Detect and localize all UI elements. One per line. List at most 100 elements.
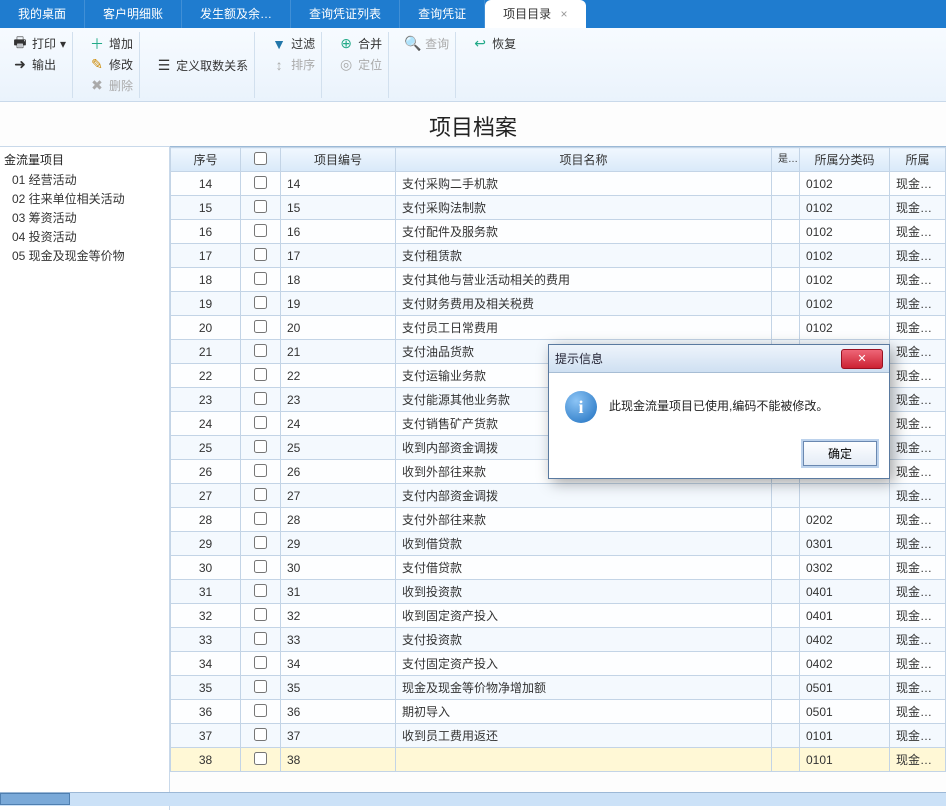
row-checkbox[interactable] [254,536,267,549]
tab-project-dir[interactable]: 项目目录 × [485,0,586,28]
tree-item[interactable]: 05 现金及现金等价物 [4,246,165,265]
cell-check[interactable] [241,532,281,556]
cell-check[interactable] [241,604,281,628]
col-class[interactable]: 所属分类码 [800,148,890,172]
scrollbar-thumb[interactable] [0,793,70,805]
edit-button[interactable]: ✎修改 [89,55,133,74]
col-settle[interactable]: 是否结算 [772,148,800,172]
table-row[interactable]: 1919支付财务费用及相关税费0102现金流出 [171,292,946,316]
table-row[interactable]: 3232收到固定资产投入0401现金流入 [171,604,946,628]
cell-check[interactable] [241,508,281,532]
tab-balance[interactable]: 发生额及余… [182,0,291,28]
cell-check[interactable] [241,484,281,508]
row-checkbox[interactable] [254,272,267,285]
row-checkbox[interactable] [254,440,267,453]
cell-check[interactable] [241,196,281,220]
row-checkbox[interactable] [254,248,267,261]
row-checkbox[interactable] [254,224,267,237]
table-row[interactable]: 2727支付内部资金调拨现金流出 [171,484,946,508]
cell-check[interactable] [241,172,281,196]
delete-button[interactable]: ✖删除 [89,76,133,95]
row-checkbox[interactable] [254,200,267,213]
col-seq[interactable]: 序号 [171,148,241,172]
tab-desktop[interactable]: 我的桌面 [0,0,85,28]
row-checkbox[interactable] [254,632,267,645]
cell-check[interactable] [241,724,281,748]
table-row[interactable]: 1515支付采购法制款0102现金流出 [171,196,946,220]
cell-check[interactable] [241,460,281,484]
table-row[interactable]: 3131收到投资款0401现金流入 [171,580,946,604]
tree-item[interactable]: 02 往来单位相关活动 [4,189,165,208]
table-row[interactable]: 3434支付固定资产投入0402现金流出 [171,652,946,676]
cell-check[interactable] [241,628,281,652]
tree-root[interactable]: 金流量项目 [4,149,165,170]
table-row[interactable]: 3737收到员工费用返还0101现金流入 [171,724,946,748]
table-row[interactable]: 3030支付借贷款0302现金流出 [171,556,946,580]
cell-check[interactable] [241,268,281,292]
row-checkbox[interactable] [254,680,267,693]
cell-check[interactable] [241,580,281,604]
col-code[interactable]: 项目编号 [281,148,396,172]
cell-check[interactable] [241,748,281,772]
tab-voucher-query[interactable]: 查询凭证 [400,0,485,28]
define-button[interactable]: ☰定义取数关系 [156,56,248,75]
restore-button[interactable]: ↩恢复 [472,34,516,53]
table-row[interactable]: 2828支付外部往来款0202现金流出 [171,508,946,532]
table-row[interactable]: 3333支付投资款0402现金流出 [171,628,946,652]
cell-check[interactable] [241,412,281,436]
row-checkbox[interactable] [254,344,267,357]
table-row[interactable]: 2929收到借贷款0301现金流入 [171,532,946,556]
filter-button[interactable]: ▼过滤 [271,34,315,53]
cell-check[interactable] [241,292,281,316]
cell-check[interactable] [241,316,281,340]
cell-check[interactable] [241,244,281,268]
row-checkbox[interactable] [254,512,267,525]
dialog-ok-button[interactable]: 确定 [803,441,877,466]
col-name[interactable]: 项目名称 [396,148,772,172]
sort-button[interactable]: ↕排序 [271,55,315,74]
tab-voucher-list[interactable]: 查询凭证列表 [291,0,400,28]
dialog-close-button[interactable]: ✕ [841,349,883,369]
row-checkbox[interactable] [254,728,267,741]
row-checkbox[interactable] [254,704,267,717]
col-dir[interactable]: 所属 [890,148,946,172]
dialog-titlebar[interactable]: 提示信息 ✕ [549,345,889,373]
row-checkbox[interactable] [254,560,267,573]
row-checkbox[interactable] [254,752,267,765]
merge-button[interactable]: ⊕合并 [338,34,382,53]
row-checkbox[interactable] [254,320,267,333]
cell-check[interactable] [241,556,281,580]
locate-button[interactable]: ◎定位 [338,55,382,74]
table-row[interactable]: 38380101现金流出 [171,748,946,772]
add-button[interactable]: ＋增加 [89,34,133,53]
row-checkbox[interactable] [254,296,267,309]
close-icon[interactable]: × [560,7,567,21]
cell-check[interactable] [241,700,281,724]
print-button[interactable]: 🖶打印 ▾ [12,34,66,53]
tab-customer-ledger[interactable]: 客户明细账 [85,0,182,28]
cell-check[interactable] [241,436,281,460]
table-row[interactable]: 1616支付配件及服务款0102现金流出 [171,220,946,244]
tree-item[interactable]: 04 投资活动 [4,227,165,246]
query-button[interactable]: 🔍查询 [405,34,449,53]
cell-check[interactable] [241,652,281,676]
cell-check[interactable] [241,364,281,388]
row-checkbox[interactable] [254,488,267,501]
row-checkbox[interactable] [254,392,267,405]
cell-check[interactable] [241,388,281,412]
tree-item[interactable]: 01 经营活动 [4,170,165,189]
table-row[interactable]: 1818支付其他与营业活动相关的费用0102现金流出 [171,268,946,292]
row-checkbox[interactable] [254,656,267,669]
row-checkbox[interactable] [254,416,267,429]
row-checkbox[interactable] [254,176,267,189]
cell-check[interactable] [241,220,281,244]
table-row[interactable]: 3535现金及现金等价物净增加额0501现金流入 [171,676,946,700]
col-check[interactable] [241,148,281,172]
row-checkbox[interactable] [254,608,267,621]
table-row[interactable]: 1717支付租赁款0102现金流出 [171,244,946,268]
check-all[interactable] [254,152,267,165]
row-checkbox[interactable] [254,368,267,381]
table-row[interactable]: 1414支付采购二手机款0102现金流出 [171,172,946,196]
cell-check[interactable] [241,676,281,700]
table-row[interactable]: 2020支付员工日常费用0102现金流出 [171,316,946,340]
